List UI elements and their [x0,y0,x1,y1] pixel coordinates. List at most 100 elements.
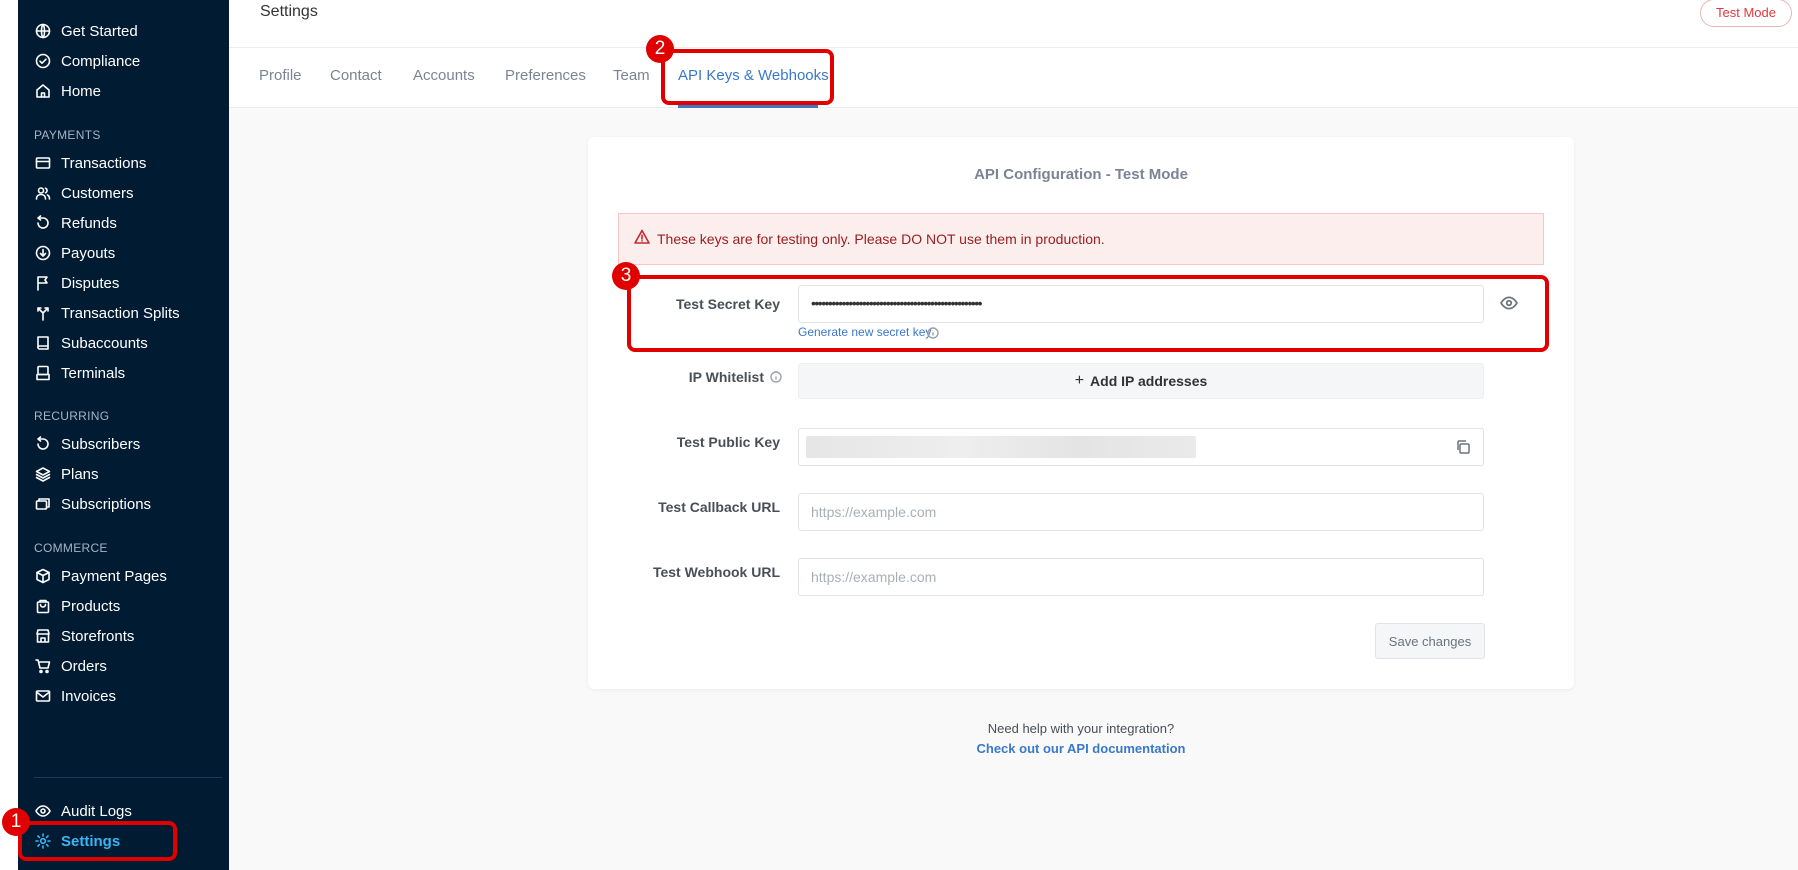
sidebar-item-label: Subaccounts [61,334,148,352]
sidebar-item-audit-logs[interactable]: Audit Logs [34,799,132,823]
refresh-icon [34,435,52,453]
sidebar-item-label: Transaction Splits [61,304,180,322]
redacted-public-key [806,436,1196,458]
sidebar-divider [34,777,222,778]
warning-text: These keys are for testing only. Please … [657,231,1105,247]
home-icon [34,82,52,100]
sidebar-item-get-started[interactable]: Get Started [34,19,138,43]
annotation-badge-2: 2 [646,35,674,63]
copy-icon[interactable] [1455,439,1473,457]
help-text: Need help with your integration? [987,721,1175,736]
globe-icon [34,22,52,40]
sidebar-item-label: Payment Pages [61,567,167,585]
annotation-box-secret-key [627,275,1549,352]
page-title: Settings [260,3,318,20]
sidebar-item-label: Customers [61,184,134,202]
plus-icon: + [1074,372,1085,389]
ip-whitelist-label: IP Whitelist [688,369,764,385]
users-icon [34,184,52,202]
warning-icon [634,229,650,250]
download-circle-icon [34,244,52,262]
top-bar: Settings Test Mode [229,0,1798,48]
main-content: Settings Test Mode Profile Contact Accou… [229,0,1798,870]
sidebar-item-label: Get Started [61,22,138,40]
test-keys-warning: These keys are for testing only. Please … [618,213,1544,265]
sidebar-item-label: Invoices [61,687,117,705]
api-configuration-card: API Configuration - Test Mode These keys… [588,137,1574,689]
flag-icon [34,274,52,292]
sidebar-item-refunds[interactable]: Refunds [34,211,117,235]
sidebar-item-subscribers[interactable]: Subscribers [34,432,140,456]
api-documentation-link[interactable]: Check out our API documentation [588,741,1574,756]
sidebar-item-subscriptions[interactable]: Subscriptions [34,492,151,516]
layers-icon [34,465,52,483]
sidebar-item-compliance[interactable]: Compliance [34,49,140,73]
sidebar-item-products[interactable]: Products [34,594,120,618]
sidebar-item-label: Subscriptions [61,495,152,513]
sidebar-item-terminals[interactable]: Terminals [34,361,125,385]
callback-url-label: Test Callback URL [658,499,780,515]
book-icon [34,334,52,352]
sidebar-item-label: Orders [61,657,107,675]
annotation-box-settings [18,821,177,861]
sidebar-item-label: Payouts [61,244,116,262]
sidebar-item-label: Plans [61,465,99,483]
webhook-url-label: Test Webhook URL [652,564,780,580]
sidebar: Get Started Compliance Home PAYMENTS Tra… [18,0,229,870]
sidebar-item-label: Storefronts [61,627,135,645]
tab-team[interactable]: Team [613,67,650,84]
tab-accounts[interactable]: Accounts [413,67,475,84]
sidebar-item-storefronts[interactable]: Storefronts [34,624,134,648]
sidebar-item-orders[interactable]: Orders [34,654,107,678]
public-key-label: Test Public Key [676,434,780,450]
sidebar-item-invoices[interactable]: Invoices [34,684,116,708]
sidebar-item-label: Refunds [61,214,117,232]
left-edge-strip [0,0,18,870]
callback-url-input[interactable] [799,494,1483,530]
cart-icon [34,657,52,675]
sidebar-item-label: Products [61,597,121,615]
stack-icon [34,495,52,513]
section-heading-payments: PAYMENTS [34,128,101,142]
sidebar-item-label: Terminals [61,364,126,382]
tab-preferences[interactable]: Preferences [505,67,586,84]
bag-icon [34,597,52,615]
card-title: API Configuration - Test Mode [974,166,1188,183]
info-icon[interactable] [770,370,782,388]
add-ip-addresses-button[interactable]: + Add IP addresses [798,363,1484,399]
sidebar-item-home[interactable]: Home [34,79,101,103]
sidebar-item-label: Audit Logs [61,802,132,820]
sidebar-item-transactions[interactable]: Transactions [34,151,146,175]
mail-icon [34,687,52,705]
sidebar-item-plans[interactable]: Plans [34,462,99,486]
test-mode-badge[interactable]: Test Mode [1700,0,1792,27]
box-icon [34,567,52,585]
split-icon [34,304,52,322]
check-circle-icon [34,52,52,70]
webhook-url-input[interactable] [799,559,1483,595]
store-icon [34,627,52,645]
sidebar-item-label: Disputes [61,274,120,292]
section-heading-commerce: COMMERCE [34,541,108,555]
sidebar-item-disputes[interactable]: Disputes [34,271,119,295]
sidebar-item-label: Compliance [61,52,141,70]
terminal-icon [34,364,52,382]
sidebar-item-transaction-splits[interactable]: Transaction Splits [34,301,180,325]
sidebar-item-payouts[interactable]: Payouts [34,241,115,265]
annotation-badge-3: 3 [612,262,640,290]
tab-contact[interactable]: Contact [330,67,382,84]
sidebar-item-label: Transactions [61,154,147,172]
save-changes-button[interactable]: Save changes [1375,623,1485,659]
sidebar-item-payment-pages[interactable]: Payment Pages [34,564,167,588]
sidebar-item-subaccounts[interactable]: Subaccounts [34,331,148,355]
section-heading-recurring: RECURRING [34,409,110,423]
annotation-badge-1: 1 [2,808,30,836]
sidebar-item-label: Home [61,82,102,100]
callback-url-field [798,493,1484,531]
settings-tabs: Profile Contact Accounts Preferences Tea… [229,48,1798,108]
card-icon [34,154,52,172]
public-key-field[interactable] [798,428,1484,466]
sidebar-item-customers[interactable]: Customers [34,181,134,205]
active-tab-indicator [678,105,818,108]
tab-profile[interactable]: Profile [259,67,302,84]
